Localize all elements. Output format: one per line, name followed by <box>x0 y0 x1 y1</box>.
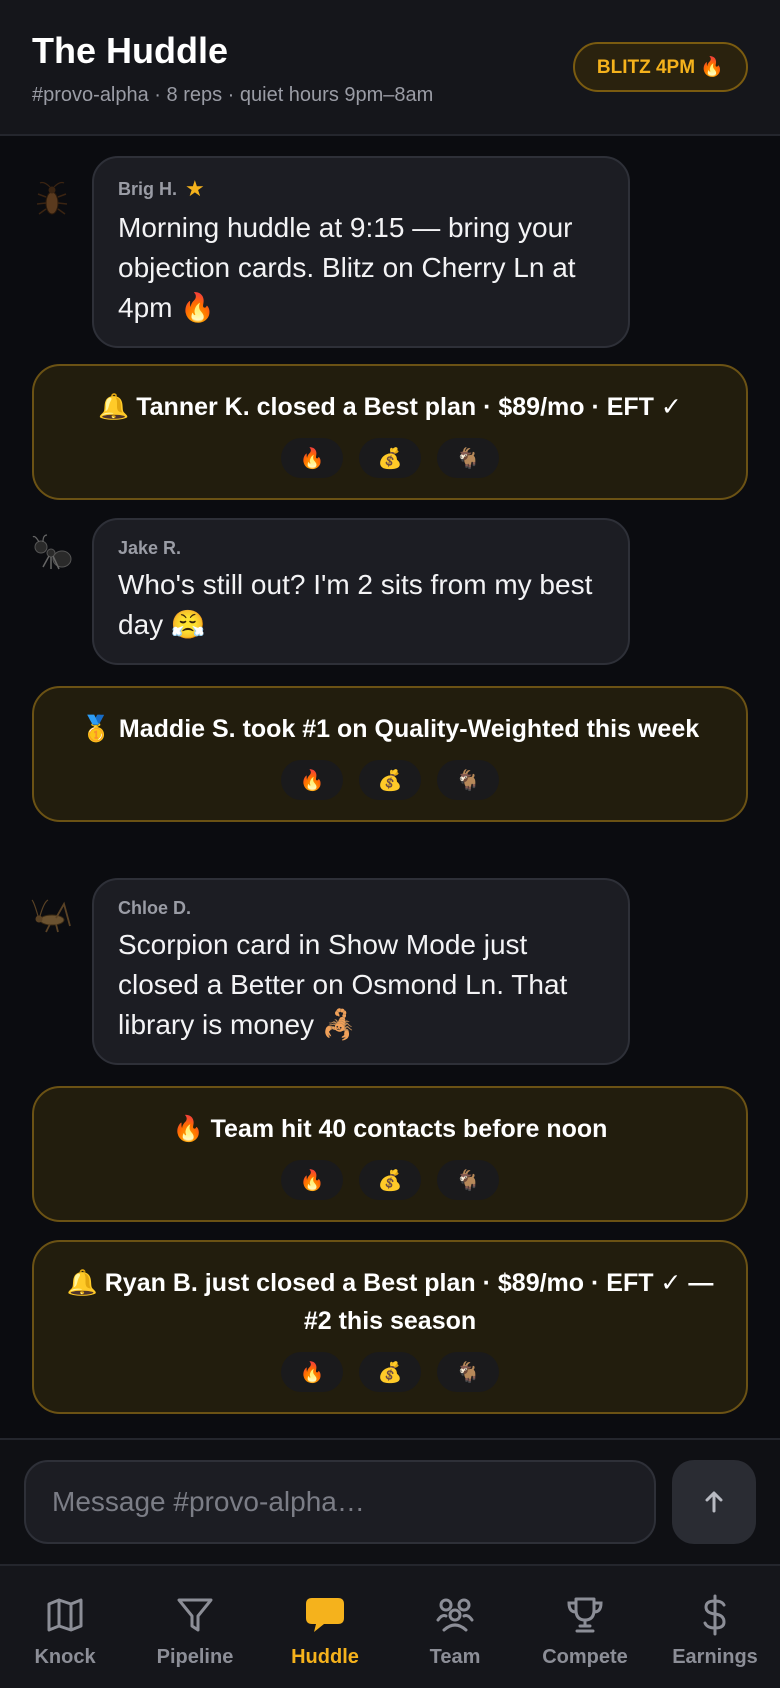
money-bag-reaction-button[interactable]: 💰 <box>359 438 421 478</box>
event-card: 🔔 Tanner K. closed a Best plan · $89/mo … <box>32 364 748 500</box>
message-bubble: Chloe D. Scorpion card in Show Mode just… <box>92 878 630 1065</box>
team-icon <box>436 1598 474 1632</box>
message-bubble: Brig H. ★ Morning huddle at 9:15 — bring… <box>92 156 630 348</box>
trophy-icon <box>567 1597 603 1633</box>
tab-pipeline[interactable]: Pipeline <box>130 1566 260 1688</box>
event-text: 🔔 Ryan B. just closed a Best plan · $89/… <box>66 1269 714 1335</box>
fire-reaction-button[interactable]: 🔥 <box>281 1352 343 1392</box>
reaction-bar: 🔥 💰 🐐 <box>64 760 716 800</box>
tab-label: Compete <box>542 1646 628 1668</box>
goat-reaction-button[interactable]: 🐐 <box>437 1160 499 1200</box>
fire-reaction-button[interactable]: 🔥 <box>281 760 343 800</box>
event-card: 🔥 Team hit 40 contacts before noon 🔥 💰 🐐 <box>32 1086 748 1222</box>
message-bubble: Jake R. Who's still out? I'm 2 sits from… <box>92 518 630 665</box>
event-card: 🔔 Ryan B. just closed a Best plan · $89/… <box>32 1240 748 1414</box>
reaction-bar: 🔥 💰 🐐 <box>64 1160 716 1200</box>
blitz-badge[interactable]: BLITZ 4PM 🔥 <box>572 42 748 92</box>
money-bag-reaction-button[interactable]: 💰 <box>359 1352 421 1392</box>
send-button[interactable] <box>672 1460 756 1544</box>
goat-reaction-button[interactable]: 🐐 <box>437 760 499 800</box>
tab-label: Knock <box>34 1646 96 1668</box>
map-icon <box>47 1598 83 1632</box>
tab-label: Earnings <box>672 1646 758 1668</box>
cockroach-icon <box>30 178 74 222</box>
cricket-icon <box>30 894 74 938</box>
tab-compete[interactable]: Compete <box>520 1566 650 1688</box>
filter-icon <box>177 1598 213 1632</box>
tab-label: Team <box>429 1646 481 1668</box>
message-author: Jake R. <box>118 538 182 558</box>
event-card: 🥇 Maddie S. took #1 on Quality-Weighted … <box>32 686 748 822</box>
reaction-bar: 🔥 💰 🐐 <box>64 438 716 478</box>
fire-reaction-button[interactable]: 🔥 <box>281 438 343 478</box>
message-composer <box>0 1438 780 1564</box>
chat-bubble-icon <box>306 1598 344 1632</box>
event-text: 🔥 Team hit 40 contacts before noon <box>172 1115 608 1143</box>
event-text: 🔔 Tanner K. closed a Best plan · $89/mo … <box>98 393 682 421</box>
star-icon: ★ <box>185 176 205 201</box>
ant-icon <box>30 532 74 576</box>
bottom-tab-bar: Knock Pipeline Huddle Team Compete Earni… <box>0 1564 780 1688</box>
event-text: 🥇 Maddie S. took #1 on Quality-Weighted … <box>80 715 700 743</box>
app-header: The Huddle #provo-alpha · 8 reps · quiet… <box>0 0 780 136</box>
channel-subtitle: #provo-alpha · 8 reps · quiet hours 9pm–… <box>32 84 434 106</box>
tab-label: Pipeline <box>156 1646 234 1668</box>
money-bag-reaction-button[interactable]: 💰 <box>359 760 421 800</box>
tab-earnings[interactable]: Earnings <box>650 1566 780 1688</box>
tab-label: Huddle <box>291 1646 359 1668</box>
reaction-bar: 🔥 💰 🐐 <box>64 1352 716 1392</box>
fire-reaction-button[interactable]: 🔥 <box>281 1160 343 1200</box>
money-bag-reaction-button[interactable]: 💰 <box>359 1160 421 1200</box>
goat-reaction-button[interactable]: 🐐 <box>437 438 499 478</box>
message-author: Chloe D. <box>118 898 192 918</box>
tab-team[interactable]: Team <box>390 1566 520 1688</box>
tab-knock[interactable]: Knock <box>0 1566 130 1688</box>
arrow-up-icon <box>705 1491 723 1513</box>
message-text: Who's still out? I'm 2 sits from my best… <box>118 569 593 640</box>
message-author: Brig H. <box>118 178 178 199</box>
message-text: Scorpion card in Show Mode just closed a… <box>118 929 568 1040</box>
page-title: The Huddle <box>32 30 228 71</box>
message-input[interactable] <box>24 1460 656 1544</box>
goat-reaction-button[interactable]: 🐐 <box>437 1352 499 1392</box>
tab-huddle[interactable]: Huddle <box>260 1566 390 1688</box>
dollar-icon <box>703 1594 726 1636</box>
message-text: Morning huddle at 9:15 — bring your obje… <box>118 212 576 323</box>
message-feed[interactable]: Brig H. ★ Morning huddle at 9:15 — bring… <box>0 138 780 1438</box>
